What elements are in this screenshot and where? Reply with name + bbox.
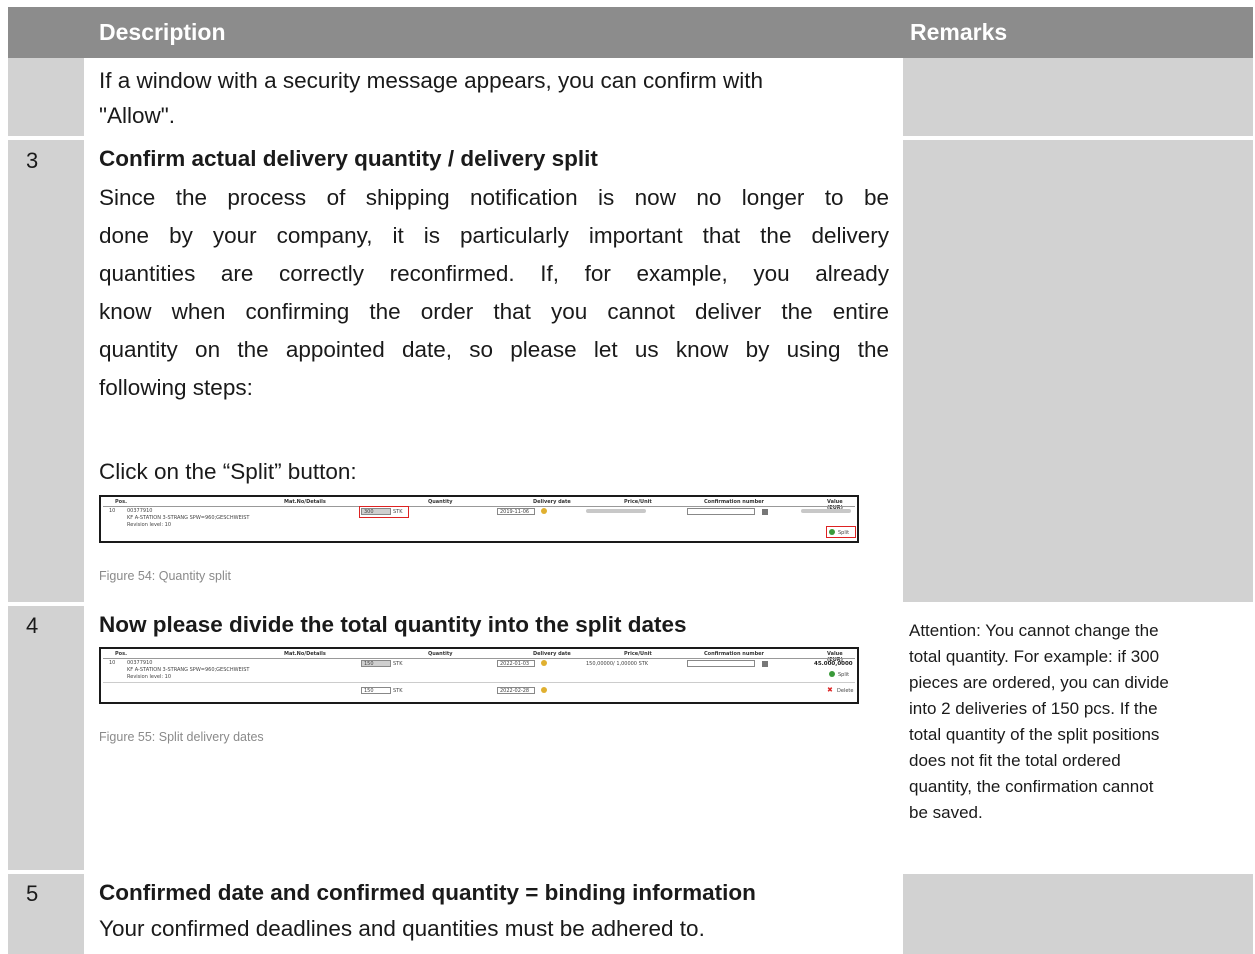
col-header-confirmation: Confirmation number — [704, 651, 765, 657]
mat-desc: KF A-STATION 3-STRANG SPW=960;GESCHWEIST — [127, 515, 250, 521]
mat-desc: KF A-STATION 3-STRANG SPW=960;GESCHWEIST — [127, 667, 250, 673]
col-header-matno: Mat.No/Details — [284, 651, 326, 657]
col-header-price: Price/Unit — [624, 651, 652, 657]
unit-label: STK — [393, 661, 403, 667]
remark-line: total quantity of the split positions — [909, 725, 1160, 744]
split-icon[interactable] — [829, 671, 835, 677]
pos-value: 10 — [109, 508, 116, 514]
split-date-input[interactable]: 2022-02-28 — [497, 687, 535, 694]
column-divider — [84, 58, 91, 954]
confirmation-number-input[interactable] — [687, 660, 755, 667]
paragraph-line: done by your company, it is particularly… — [99, 223, 889, 248]
delivery-date-input[interactable]: 2022-01-03 — [497, 660, 535, 667]
delivery-date-input[interactable]: 2019-11-06 — [497, 508, 535, 515]
col-header-delivery-date: Delivery date — [533, 499, 571, 505]
paragraph-text: "Allow". — [99, 103, 175, 128]
remark-line: total quantity. For example: if 300 — [909, 647, 1160, 666]
paragraph-text: Your confirmed deadlines and quantities … — [99, 916, 705, 941]
col-header-price: Price/Unit — [624, 499, 652, 505]
mat-no: 00377910 — [127, 508, 153, 514]
document-page: Description Remarks If a window with a s… — [8, 7, 1253, 954]
revision-level: Revision level: 10 — [127, 674, 172, 680]
value-amount — [801, 509, 851, 513]
col-header-pos: Pos. — [115, 651, 127, 657]
pos-value: 10 — [109, 660, 116, 666]
screenshot-quantity-split: Pos. Mat.No/Details Quantity Delivery da… — [99, 495, 859, 543]
remark-line: quantity, the confirmation cannot — [909, 777, 1154, 796]
remark-line: does not fit the total ordered — [909, 751, 1121, 770]
paragraph-text: Since the process of shipping notificati… — [99, 181, 889, 409]
confirm-checkbox[interactable] — [762, 509, 768, 515]
col-header-quantity: Quantity — [428, 651, 453, 657]
step-title: Now please divide the total quantity int… — [99, 612, 687, 637]
remark-line: Attention: You cannot change the — [909, 621, 1159, 640]
step-title: Confirm actual delivery quantity / deliv… — [99, 146, 598, 171]
paragraph-line: quantities are correctly reconfirmed. If… — [99, 261, 889, 286]
delete-button[interactable]: Delete — [837, 688, 853, 694]
revision-level: Revision level: 10 — [127, 522, 172, 528]
header-divider — [103, 506, 855, 507]
paragraph-text: If a window with a security message appe… — [99, 68, 764, 93]
value-amount: 45.000,0000 — [814, 661, 853, 667]
header-remarks: Remarks — [910, 19, 1008, 45]
remark-text: Attention: You cannot change the total q… — [909, 618, 1249, 826]
col-header-pos: Pos. — [115, 499, 127, 505]
header-description: Description — [99, 19, 226, 45]
step-number: 5 — [26, 881, 39, 906]
confirmation-number-input[interactable] — [687, 508, 755, 515]
paragraph-line: following steps: — [99, 375, 253, 400]
split-button[interactable]: Split — [838, 530, 849, 536]
paragraph-line: know when confirming the order that you … — [99, 299, 889, 324]
calendar-icon[interactable] — [541, 687, 547, 693]
calendar-icon[interactable] — [541, 660, 547, 666]
calendar-icon[interactable] — [541, 508, 547, 514]
col-header-confirmation: Confirmation number — [704, 499, 765, 505]
unit-label: STK — [393, 688, 403, 694]
delete-icon[interactable]: ✖ — [827, 687, 833, 694]
price-value: 150,00000/ 1,00000 STK — [586, 661, 649, 667]
unit-label: STK — [393, 509, 403, 515]
split-icon[interactable] — [829, 529, 835, 535]
figure-caption: Figure 54: Quantity split — [99, 569, 232, 583]
remark-line: be saved. — [909, 803, 983, 822]
paragraph-line: Since the process of shipping notificati… — [99, 185, 889, 210]
remark-line: pieces are ordered, you can divide — [909, 673, 1169, 692]
header-divider — [103, 658, 855, 659]
step-number: 3 — [26, 148, 39, 173]
confirm-checkbox[interactable] — [762, 661, 768, 667]
table-header: Description Remarks — [8, 7, 1253, 58]
screenshot-split-delivery-dates: Pos. Mat.No/Details Quantity Delivery da… — [99, 647, 859, 704]
mat-no: 00377910 — [127, 660, 153, 666]
col-header-delivery-date: Delivery date — [533, 651, 571, 657]
paragraph-text: Click on the “Split” button: — [99, 459, 357, 484]
split-button[interactable]: Split — [838, 672, 849, 678]
quantity-input[interactable]: 150 — [361, 660, 391, 667]
col-header-matno: Mat.No/Details — [284, 499, 326, 505]
remark-line: into 2 deliveries of 150 pcs. If the — [909, 699, 1158, 718]
price-value — [586, 509, 646, 513]
figure-caption: Figure 55: Split delivery dates — [99, 730, 264, 744]
col-header-quantity: Quantity — [428, 499, 453, 505]
paragraph-line: quantity on the appointed date, so pleas… — [99, 337, 889, 362]
step-title: Confirmed date and confirmed quantity = … — [99, 880, 756, 905]
row-divider — [103, 682, 855, 683]
step-number: 4 — [26, 613, 39, 638]
split-quantity-input[interactable]: 150 — [361, 687, 391, 694]
quantity-input[interactable]: 300 — [361, 508, 391, 515]
